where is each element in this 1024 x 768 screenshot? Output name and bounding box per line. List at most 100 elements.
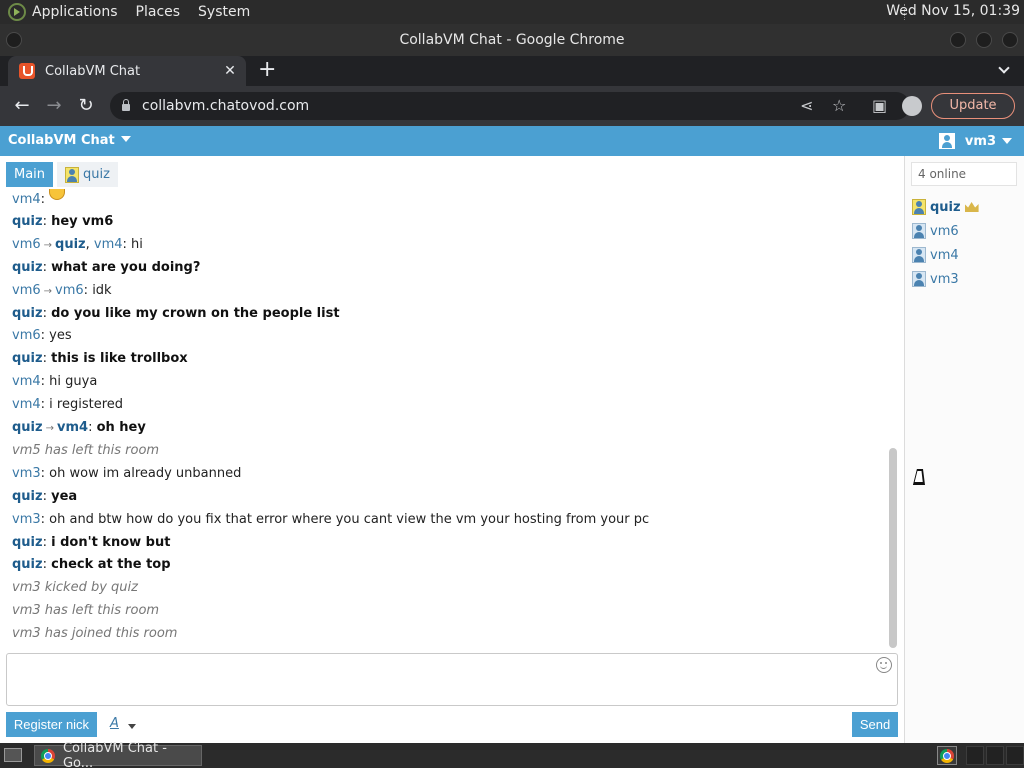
chat-message: vm3: oh wow im already unbanned bbox=[12, 465, 242, 481]
menu-applications[interactable]: Applications bbox=[32, 4, 118, 20]
message-author[interactable]: quiz bbox=[12, 535, 43, 550]
workspace-2[interactable] bbox=[986, 746, 1004, 765]
new-tab-icon[interactable]: + bbox=[258, 58, 276, 82]
menu-places[interactable]: Places bbox=[136, 4, 181, 20]
message-author[interactable]: quiz bbox=[12, 420, 43, 435]
message-author[interactable]: quiz bbox=[12, 489, 43, 504]
maximize-icon[interactable] bbox=[976, 32, 992, 48]
message-author[interactable]: vm4 bbox=[12, 192, 41, 207]
message-author[interactable]: quiz bbox=[12, 351, 43, 366]
person-icon bbox=[912, 199, 926, 215]
register-nick-button[interactable]: Register nick bbox=[6, 712, 97, 737]
tab-private-quiz[interactable]: quiz bbox=[57, 162, 118, 187]
chat-message: vm6: yes bbox=[12, 328, 72, 344]
menu-system[interactable]: System bbox=[198, 4, 250, 20]
taskbar: CollabVM Chat - Go... bbox=[0, 741, 1024, 768]
message-text: hey vm6 bbox=[51, 213, 114, 229]
close-tab-icon[interactable]: ✕ bbox=[220, 63, 240, 79]
message-author[interactable]: quiz bbox=[12, 306, 43, 321]
chat-message: quiz: check at the top bbox=[12, 557, 171, 573]
message-recipient[interactable]: vm6 bbox=[55, 283, 84, 298]
font-style-button[interactable]: A bbox=[110, 716, 119, 731]
bookmark-star-icon[interactable]: ☆ bbox=[832, 96, 846, 116]
message-text: yes bbox=[49, 328, 72, 344]
distro-logo-icon[interactable] bbox=[8, 3, 26, 21]
message-author[interactable]: vm4 bbox=[12, 397, 41, 412]
side-panel-icon[interactable]: ▣ bbox=[872, 96, 887, 116]
user-icon bbox=[938, 133, 955, 149]
chat-message: vm3: oh and btw how do you fix that erro… bbox=[12, 511, 650, 527]
reload-icon[interactable]: ↻ bbox=[74, 94, 98, 118]
current-user-name: vm3 bbox=[964, 133, 996, 149]
taskbar-chrome-window[interactable]: CollabVM Chat - Go... bbox=[34, 741, 202, 768]
message-author[interactable]: vm6 bbox=[12, 237, 41, 252]
workspace-1[interactable] bbox=[966, 746, 984, 765]
online-user[interactable]: vm6 bbox=[912, 222, 959, 240]
taskbar-item-label: CollabVM Chat - Go... bbox=[62, 740, 167, 768]
system-message: vm5 has left this room bbox=[12, 442, 159, 460]
chat-message: quiz: do you like my crown on the people… bbox=[12, 305, 340, 321]
message-recipient[interactable]: vm4 bbox=[94, 237, 123, 252]
back-icon[interactable]: ← bbox=[10, 94, 34, 118]
scrollbar-thumb[interactable] bbox=[889, 448, 897, 648]
chat-message: vm6 → quiz, vm4: hi bbox=[12, 236, 143, 252]
online-user-name: quiz bbox=[930, 199, 961, 215]
profile-avatar-icon[interactable] bbox=[902, 96, 922, 116]
top-panel: Applications Places System Wed Nov 15, 0… bbox=[0, 0, 1024, 24]
system-message: vm3 kicked by quiz bbox=[12, 579, 138, 597]
browser-tab[interactable]: CollabVM Chat ✕ bbox=[8, 56, 246, 86]
message-author[interactable]: vm4 bbox=[12, 374, 41, 389]
chevron-down-icon bbox=[1002, 138, 1012, 144]
message-author[interactable]: quiz bbox=[12, 214, 43, 229]
forward-icon[interactable]: → bbox=[42, 94, 66, 118]
minimize-icon[interactable] bbox=[950, 32, 966, 48]
arrow-right-icon: → bbox=[43, 285, 53, 297]
window-menu-icon[interactable] bbox=[6, 32, 22, 48]
update-button[interactable]: Update bbox=[931, 93, 1015, 119]
clock[interactable]: Wed Nov 15, 01:39 bbox=[886, 3, 1020, 19]
message-author[interactable]: vm6 bbox=[12, 328, 41, 343]
smiley-emoji-icon bbox=[49, 189, 66, 200]
message-author[interactable]: vm3 bbox=[12, 512, 41, 527]
workspace-3[interactable] bbox=[1006, 746, 1024, 765]
message-text: yea bbox=[51, 488, 78, 504]
chat-message: vm4: bbox=[12, 189, 66, 209]
crown-icon bbox=[964, 202, 979, 212]
message-author[interactable]: vm6 bbox=[12, 283, 41, 298]
show-desktop-icon[interactable] bbox=[4, 748, 22, 762]
person-icon bbox=[912, 223, 926, 239]
font-chevron-down-icon[interactable] bbox=[128, 724, 136, 729]
system-message: vm3 has left this room bbox=[12, 602, 159, 620]
close-window-icon[interactable] bbox=[1002, 32, 1018, 48]
message-text: idk bbox=[92, 282, 112, 298]
message-recipient[interactable]: vm4 bbox=[57, 420, 88, 435]
message-list[interactable]: vm4: quiz: hey vm6 vm6 → quiz, vm4: hi quiz:… bbox=[0, 188, 890, 644]
smiley-icon[interactable] bbox=[876, 657, 892, 673]
window-titlebar[interactable]: CollabVM Chat - Google Chrome bbox=[0, 24, 1024, 56]
address-bar[interactable]: collabvm.chatovod.com bbox=[110, 92, 910, 120]
message-author[interactable]: vm3 bbox=[12, 466, 41, 481]
tray-chrome-button[interactable] bbox=[937, 746, 957, 765]
brand-menu[interactable]: CollabVM Chat bbox=[8, 133, 131, 148]
share-icon[interactable]: ⋖ bbox=[800, 96, 813, 116]
user-menu[interactable]: vm3 bbox=[938, 133, 1012, 149]
message-author[interactable]: quiz bbox=[12, 260, 43, 275]
tab-main[interactable]: Main bbox=[6, 162, 54, 187]
online-user[interactable]: vm4 bbox=[912, 246, 959, 264]
online-user[interactable]: quiz bbox=[912, 198, 979, 216]
message-recipient[interactable]: quiz bbox=[55, 237, 86, 252]
chrome-icon bbox=[940, 749, 954, 763]
arrow-right-icon: → bbox=[45, 423, 54, 434]
lock-icon[interactable] bbox=[122, 99, 130, 111]
message-text: this is like trollbox bbox=[51, 351, 188, 367]
message-input[interactable] bbox=[6, 653, 898, 706]
person-icon bbox=[912, 247, 926, 263]
chat-message: quiz: hey vm6 bbox=[12, 213, 114, 229]
tab-search-chevron-icon[interactable] bbox=[998, 62, 1010, 74]
chat-message: quiz: what are you doing? bbox=[12, 259, 201, 275]
message-author[interactable]: quiz bbox=[12, 557, 43, 572]
send-button[interactable]: Send bbox=[852, 712, 898, 737]
online-user[interactable]: vm3 bbox=[912, 270, 959, 288]
message-text: i registered bbox=[49, 397, 123, 413]
url-text[interactable]: collabvm.chatovod.com bbox=[142, 98, 910, 114]
